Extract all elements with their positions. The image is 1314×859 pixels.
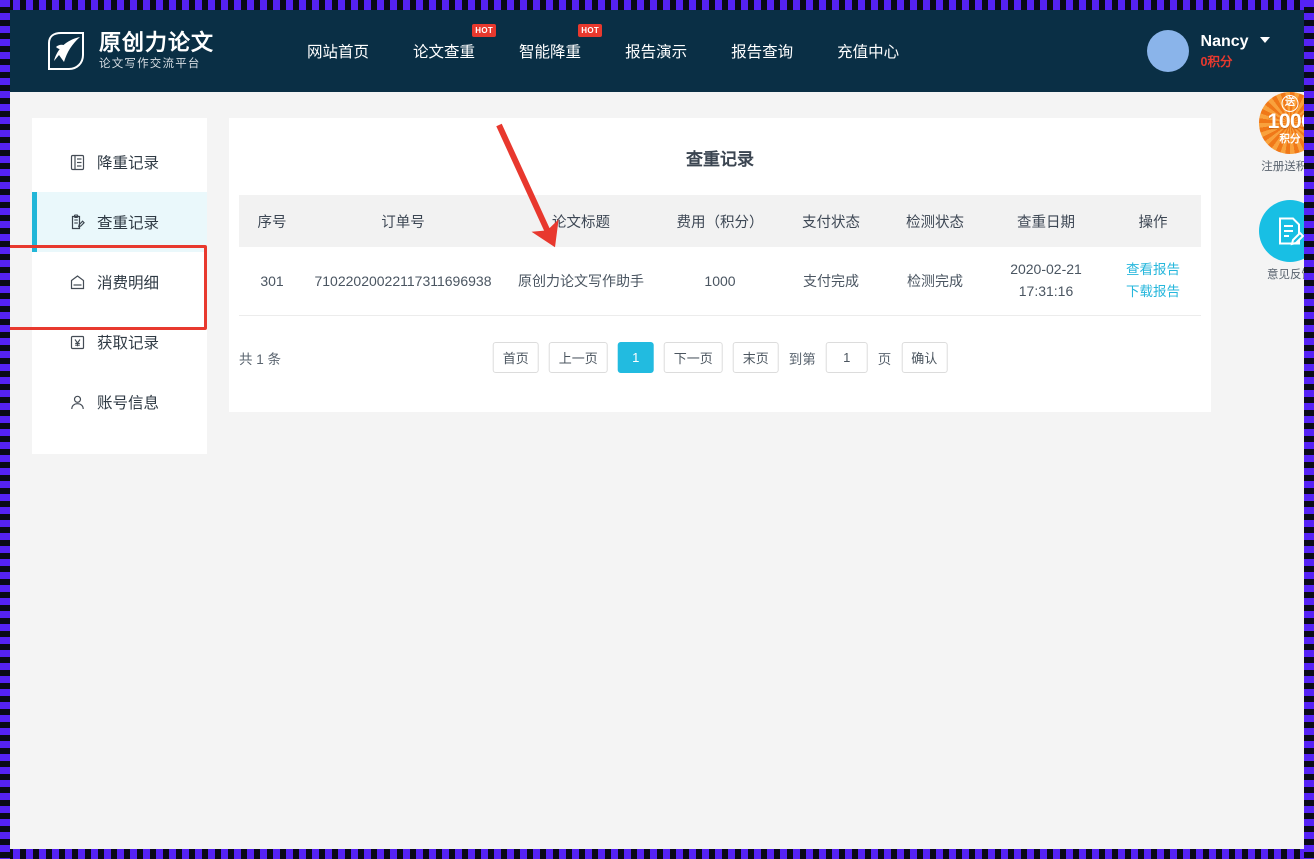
cell-fee: 1000 [661,247,779,316]
check-date-time: 17:31:16 [1018,282,1074,299]
pagination: 共 1 条 首页 上一页 1 下一页 末页 到第 页 确认 [229,316,1211,378]
user-menu[interactable]: Nancy 0积分 [1146,30,1270,72]
records-card: 查重记录 序号 订单号 论文标题 费用（积分） 支付状态 检测状态 查重日期 操… [229,118,1211,412]
table-body: 301 71022020022117311696938 原创力论文写作助手 10… [239,247,1201,316]
pagination-prev-button[interactable]: 上一页 [548,342,608,373]
sidebar-item-label: 消费明细 [97,275,160,292]
records-table: 序号 订单号 论文标题 费用（积分） 支付状态 检测状态 查重日期 操作 301… [239,195,1201,316]
feedback-label: 意见反馈 [1267,269,1304,281]
points-promo-widget[interactable]: 送 1000 积分 注册送积分 [1254,92,1304,174]
pagination-goto-suffix: 页 [877,351,892,367]
sidebar-item-rewrite-records[interactable]: 降重记录 [32,132,207,192]
cell-paper-title: 原创力论文写作助手 [501,247,661,316]
pagination-next-button[interactable]: 下一页 [663,342,723,373]
swoosh-logo-icon [44,30,88,72]
sidebar-item-acquire-records[interactable]: 获取记录 [32,312,207,372]
nav-label: 报告查询 [731,44,794,61]
list-document-icon [69,154,86,171]
pagination-confirm-button[interactable]: 确认 [901,342,948,373]
nav-label: 网站首页 [307,44,370,61]
column-header-check-date: 查重日期 [987,195,1105,247]
pagination-goto-prefix: 到第 [788,351,816,367]
main-nav: 网站首页 论文查重 HOT 智能降重 HOT 报告演示 报告查询 充值中心 [307,24,899,66]
nav-item-smart-rewrite[interactable]: 智能降重 HOT [519,24,603,66]
cell-check-date: 2020-02-21 17:31:16 [987,247,1105,316]
user-points-badge: 0积分 [1200,54,1233,69]
brand-logo[interactable]: 原创力论文 论文写作交流平台 [44,30,214,72]
hot-badge-icon: HOT [472,24,497,37]
avatar-icon [1146,30,1189,72]
column-header-check-status: 检测状态 [883,195,987,247]
clipboard-edit-icon [69,213,86,231]
nav-item-paper-check[interactable]: 论文查重 HOT [413,24,497,66]
sidebar-item-consumption-details[interactable]: 消费明细 [32,252,207,312]
table-head: 序号 订单号 论文标题 费用（积分） 支付状态 检测状态 查重日期 操作 [239,195,1201,247]
sidebar-item-label: 账号信息 [97,395,160,412]
download-report-link[interactable]: 下载报告 [1105,281,1201,303]
promo-send-label: 送 [1281,95,1299,112]
promo-amount: 1000 [1267,109,1304,133]
nav-item-report-query[interactable]: 报告查询 [731,36,793,66]
column-header-paper-title: 论文标题 [501,195,661,247]
document-edit-icon [1259,200,1304,262]
sidebar: 降重记录 查重记录 消费明细 获取记录 账号信息 [10,118,207,454]
pagination-first-button[interactable]: 首页 [492,342,539,373]
nav-label: 论文查重 [413,44,476,61]
brand-name: 原创力论文 [99,29,215,55]
nav-item-report-demo[interactable]: 报告演示 [625,36,687,66]
nav-label: 充值中心 [837,44,900,61]
decorative-frame-left [0,0,10,859]
floating-widgets: 送 1000 积分 注册送积分 意见反馈 [1254,92,1304,282]
decorative-frame-top [0,0,1314,10]
nav-label: 智能降重 [519,44,582,61]
points-promo-label: 注册送积分 [1261,161,1304,173]
check-date-day: 2020-02-21 [1010,261,1082,278]
hot-badge-icon: HOT [578,24,603,37]
chevron-down-icon[interactable] [1260,36,1270,43]
column-header-order-no: 订单号 [305,195,501,247]
nav-label: 报告演示 [625,44,688,61]
pagination-last-button[interactable]: 末页 [732,342,779,373]
user-icon [69,394,86,411]
promo-unit: 积分 [1279,132,1301,145]
nav-item-recharge-center[interactable]: 充值中心 [837,36,899,66]
sidebar-item-label: 查重记录 [97,215,160,232]
column-header-pay-status: 支付状态 [779,195,883,247]
pagination-controls: 首页 上一页 1 下一页 末页 到第 页 确认 [492,342,948,373]
body-wrapper: 降重记录 查重记录 消费明细 获取记录 账号信息 查重记录 序号 订单号 论文标… [10,92,1304,454]
cell-order-no: 71022020022117311696938 [305,247,501,316]
sidebar-item-label: 降重记录 [97,155,160,172]
pagination-page-1-button[interactable]: 1 [617,342,654,373]
cell-pay-status: 支付完成 [779,247,883,316]
page-canvas: 原创力论文 论文写作交流平台 网站首页 论文查重 HOT 智能降重 HOT 报告… [10,10,1304,849]
cell-index: 301 [239,247,305,316]
cell-check-status: 检测完成 [883,247,987,316]
pagination-total-text: 共 1 条 [239,351,282,367]
nav-item-home[interactable]: 网站首页 [307,36,369,66]
sidebar-item-label: 获取记录 [97,335,160,352]
wallet-icon [69,274,86,291]
column-header-operations: 操作 [1105,195,1201,247]
page-title: 查重记录 [686,150,754,169]
table-row: 301 71022020022117311696938 原创力论文写作助手 10… [239,247,1201,316]
cell-operations: 查看报告 下载报告 [1105,247,1201,316]
decorative-frame-bottom [0,849,1314,859]
feedback-widget[interactable]: 意见反馈 [1254,200,1304,282]
pagination-goto-input[interactable] [825,342,868,373]
decorative-frame-right [1304,0,1314,859]
column-header-fee: 费用（积分） [661,195,779,247]
sidebar-item-check-records[interactable]: 查重记录 [32,192,207,252]
yen-box-icon [69,334,86,351]
column-header-index: 序号 [239,195,305,247]
site-header: 原创力论文 论文写作交流平台 网站首页 论文查重 HOT 智能降重 HOT 报告… [10,10,1304,92]
sidebar-item-account-info[interactable]: 账号信息 [32,372,207,432]
table-header-row: 序号 订单号 论文标题 费用（积分） 支付状态 检测状态 查重日期 操作 [239,195,1201,247]
view-report-link[interactable]: 查看报告 [1105,259,1201,281]
user-name: Nancy [1200,32,1249,50]
sunburst-icon: 送 1000 积分 [1259,92,1304,154]
brand-subtitle: 论文写作交流平台 [99,58,201,71]
